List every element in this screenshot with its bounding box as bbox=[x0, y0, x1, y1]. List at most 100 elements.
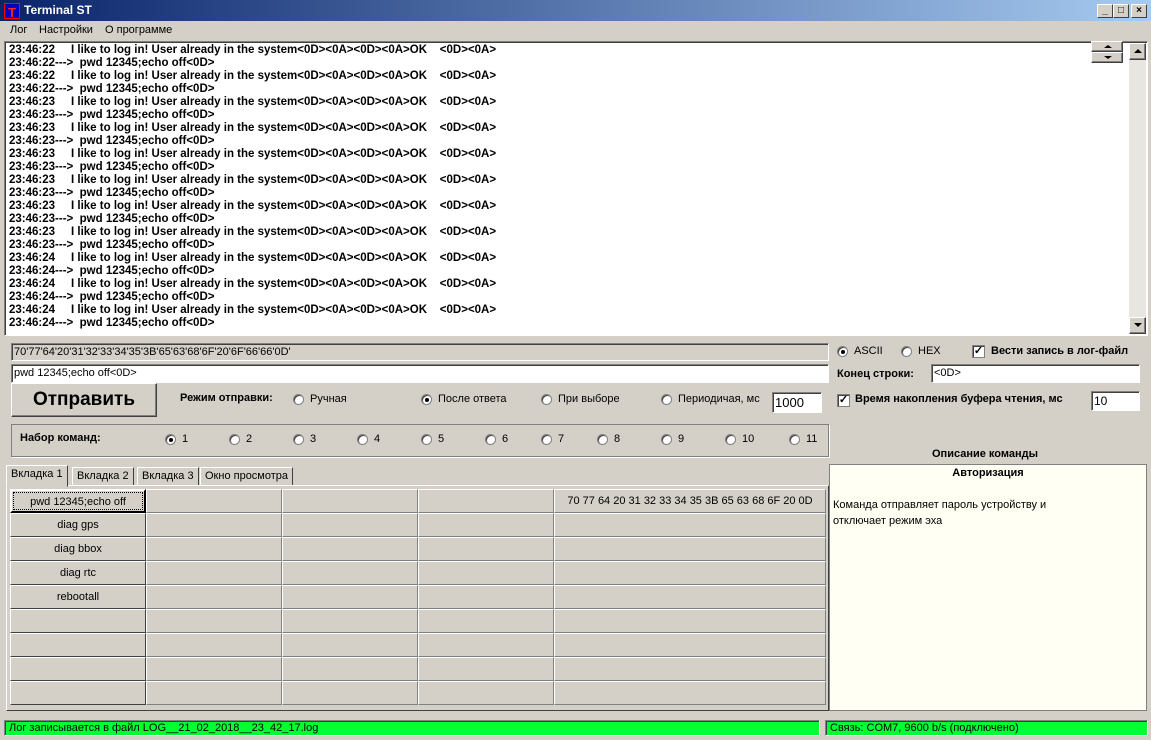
command-set-radio-label: 9 bbox=[678, 433, 685, 445]
encoding-hex-radio[interactable] bbox=[901, 346, 912, 357]
log-line: 23:46:24 I like to log in! User already … bbox=[9, 304, 497, 316]
menu-settings[interactable]: Настройки bbox=[39, 24, 93, 36]
grid-cell bbox=[282, 561, 418, 585]
command-set-radio-3[interactable] bbox=[293, 434, 304, 445]
description-line-2: отключает режим эха bbox=[833, 515, 943, 527]
command-set-radio-5[interactable] bbox=[421, 434, 432, 445]
scroll-up-button[interactable] bbox=[1129, 43, 1146, 60]
tab-1[interactable]: Вкладка 1 bbox=[6, 465, 68, 487]
period-input[interactable]: 1000 bbox=[772, 392, 822, 413]
command-set-radio-9[interactable] bbox=[661, 434, 672, 445]
command-set-radio-2[interactable] bbox=[229, 434, 240, 445]
log-area[interactable]: 23:46:22 I like to log in! User already … bbox=[4, 41, 1148, 336]
command-set-radio-7[interactable] bbox=[541, 434, 552, 445]
send-mode-after-reply-label: После ответа bbox=[438, 393, 507, 405]
log-line: 23:46:23---> pwd 12345;echo off<0D> bbox=[9, 213, 215, 225]
command-button[interactable] bbox=[10, 633, 146, 657]
command-set-radio-label: 5 bbox=[438, 433, 445, 445]
history-up-button[interactable] bbox=[1091, 41, 1123, 52]
command-set-group bbox=[11, 424, 829, 457]
tab-2[interactable]: Вкладка 2 bbox=[72, 467, 134, 486]
scroll-down-button[interactable] bbox=[1129, 317, 1146, 334]
log-line: 23:46:24 I like to log in! User already … bbox=[9, 252, 497, 264]
tab-preview[interactable]: Окно просмотра bbox=[200, 467, 294, 486]
command-button[interactable]: pwd 12345;echo off bbox=[10, 489, 146, 513]
command-hex-cell bbox=[554, 633, 826, 657]
command-set-radio-10[interactable] bbox=[725, 434, 736, 445]
log-line: 23:46:22---> pwd 12345;echo off<0D> bbox=[9, 83, 215, 95]
close-button[interactable]: × bbox=[1131, 4, 1147, 18]
command-input[interactable]: pwd 12345;echo off<0D> bbox=[11, 364, 829, 383]
arrow-up-icon bbox=[1134, 49, 1142, 53]
log-line: 23:46:24---> pwd 12345;echo off<0D> bbox=[9, 265, 215, 277]
hex-display-field: 70'77'64'20'31'32'33'34'35'3B'65'63'68'6… bbox=[11, 343, 829, 361]
command-set-radio-label: 2 bbox=[246, 433, 253, 445]
description-line-1: Команда отправляет пароль устройству и bbox=[833, 499, 1047, 511]
encoding-ascii-label: ASCII bbox=[854, 345, 883, 357]
command-button[interactable] bbox=[10, 657, 146, 681]
command-button[interactable] bbox=[10, 681, 146, 705]
grid-cell bbox=[418, 609, 554, 633]
command-set-radio-1[interactable] bbox=[165, 434, 176, 445]
send-mode-manual-radio[interactable] bbox=[293, 394, 304, 405]
command-set-label: Набор команд: bbox=[20, 432, 101, 444]
grid-cell bbox=[282, 609, 418, 633]
window-title: Terminal ST bbox=[24, 3, 92, 17]
command-set-radio-4[interactable] bbox=[357, 434, 368, 445]
grid-cell bbox=[418, 585, 554, 609]
log-file-checkbox[interactable]: ✓ bbox=[972, 345, 985, 358]
command-button[interactable]: diag bbox bbox=[10, 537, 146, 561]
grid-cell bbox=[418, 657, 554, 681]
command-set-radio-label: 3 bbox=[310, 433, 317, 445]
encoding-ascii-radio[interactable] bbox=[837, 346, 848, 357]
send-mode-on-select-radio[interactable] bbox=[541, 394, 552, 405]
history-down-button[interactable] bbox=[1091, 52, 1123, 63]
send-mode-periodic-label: Периодичая, мс bbox=[678, 393, 760, 405]
buffer-time-checkbox[interactable]: ✓ bbox=[837, 394, 850, 407]
command-set-radio-11[interactable] bbox=[789, 434, 800, 445]
menu-log[interactable]: Лог bbox=[10, 24, 27, 36]
minimize-button[interactable]: _ bbox=[1097, 4, 1113, 18]
buffer-time-input[interactable]: 10 bbox=[1091, 391, 1140, 411]
command-hex-cell bbox=[554, 585, 826, 609]
buffer-time-label: Время накопления буфера чтения, мс bbox=[855, 393, 1063, 405]
log-line: 23:46:23 I like to log in! User already … bbox=[9, 174, 497, 186]
arrow-up-icon bbox=[1104, 45, 1112, 48]
grid-cell bbox=[282, 681, 418, 705]
send-mode-on-select-label: При выборе bbox=[558, 393, 620, 405]
line-end-input[interactable]: <0D> bbox=[931, 364, 1140, 383]
grid-cell bbox=[282, 633, 418, 657]
command-set-radio-label: 7 bbox=[558, 433, 565, 445]
log-scrollbar[interactable] bbox=[1129, 43, 1146, 334]
log-text: 23:46:22 I like to log in! User already … bbox=[9, 44, 496, 330]
log-line: 23:46:23---> pwd 12345;echo off<0D> bbox=[9, 135, 215, 147]
grid-cell bbox=[282, 585, 418, 609]
menu-about[interactable]: О программе bbox=[105, 24, 172, 36]
log-line: 23:46:22 I like to log in! User already … bbox=[9, 70, 497, 82]
grid-cell bbox=[282, 489, 418, 513]
command-button[interactable] bbox=[10, 609, 146, 633]
command-set-radio-8[interactable] bbox=[597, 434, 608, 445]
title-bar: T Terminal ST _ □ × bbox=[0, 0, 1151, 21]
arrow-down-icon bbox=[1134, 323, 1142, 327]
grid-cell bbox=[282, 513, 418, 537]
history-spin[interactable] bbox=[1091, 41, 1123, 64]
grid-cell bbox=[418, 489, 554, 513]
command-set-radio-label: 4 bbox=[374, 433, 381, 445]
command-button[interactable]: diag gps bbox=[10, 513, 146, 537]
grid-cell bbox=[146, 585, 282, 609]
log-line: 23:46:23 I like to log in! User already … bbox=[9, 122, 497, 134]
log-line: 23:46:23---> pwd 12345;echo off<0D> bbox=[9, 187, 215, 199]
tab-3[interactable]: Вкладка 3 bbox=[137, 467, 199, 486]
command-button[interactable]: diag rtc bbox=[10, 561, 146, 585]
command-button[interactable]: rebootall bbox=[10, 585, 146, 609]
maximize-button[interactable]: □ bbox=[1113, 4, 1129, 18]
command-set-radio-label: 1 bbox=[182, 433, 189, 445]
command-hex-cell bbox=[554, 561, 826, 585]
command-grid: pwd 12345;echo off 70 77 64 20 31 32 33 3… bbox=[6, 485, 829, 711]
command-set-radio-6[interactable] bbox=[485, 434, 496, 445]
send-mode-periodic-radio[interactable] bbox=[661, 394, 672, 405]
send-mode-after-reply-radio[interactable] bbox=[421, 394, 432, 405]
grid-cell bbox=[418, 513, 554, 537]
send-button[interactable]: Отправить bbox=[11, 383, 157, 417]
